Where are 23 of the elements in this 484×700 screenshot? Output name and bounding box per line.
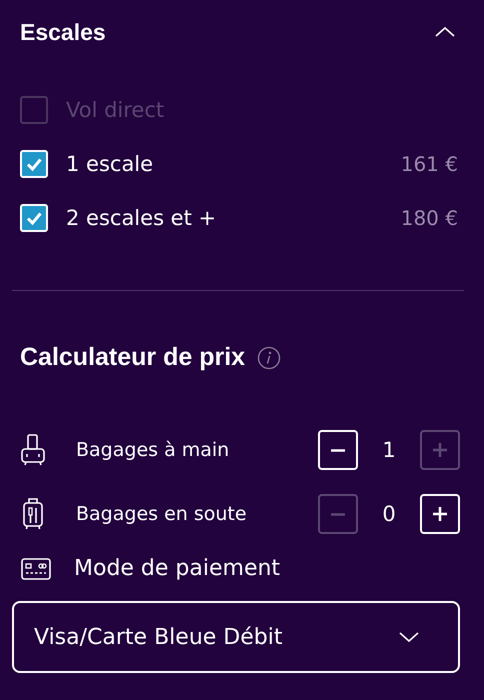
option-price: 161 € — [400, 152, 458, 176]
option-label: 1 escale — [66, 152, 154, 176]
section-title: Calculateur de prix — [20, 343, 246, 372]
info-icon[interactable] — [257, 346, 282, 370]
section-title: Escales — [20, 18, 106, 46]
payment-select[interactable]: Visa/Carte Bleue Débit — [12, 601, 460, 673]
option-label: Vol direct — [66, 98, 166, 122]
payment-label: Mode de paiement — [74, 556, 280, 581]
minus-icon — [330, 512, 346, 516]
chevron-icon[interactable] — [434, 26, 456, 38]
baggage-count: 1 — [381, 438, 397, 462]
baggage-label: Bagages en soute — [76, 503, 248, 525]
minus-icon — [330, 448, 346, 452]
suitcase-icon — [20, 433, 46, 467]
option-price: 180 € — [400, 206, 458, 230]
credit-card-icon — [20, 556, 52, 580]
luggage-icon — [20, 497, 46, 531]
chevron-down-icon — [398, 631, 420, 643]
plus-icon — [432, 442, 448, 458]
option-label: 2 escales et + — [66, 206, 218, 230]
plus-icon — [432, 506, 448, 522]
baggage-count: 0 — [381, 502, 397, 526]
baggage-label: Bagages à main — [76, 439, 230, 461]
